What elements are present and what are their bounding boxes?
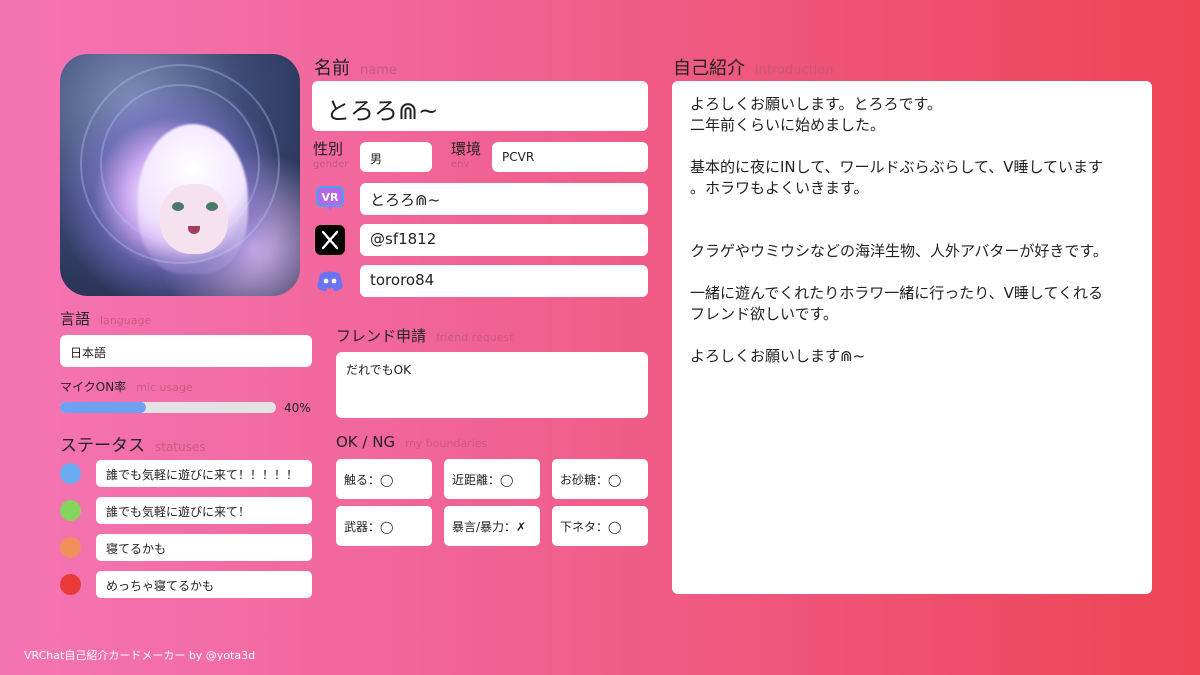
boundary-text: 下ネタ：◯: [560, 520, 622, 534]
status-color-dot: [60, 537, 81, 558]
mic-percent: 40%: [284, 401, 311, 415]
boundary-text: 触る：◯: [344, 473, 394, 487]
boundary-item[interactable]: 近距離：◯: [444, 459, 540, 499]
env-value: PCVR: [502, 150, 535, 164]
svg-text:VR: VR: [322, 191, 340, 204]
statuses-label: ステータス: [60, 436, 145, 456]
name-field[interactable]: とろろ⋒~: [312, 81, 648, 131]
boundary-text: お砂糖：◯: [560, 473, 622, 487]
avatar-image: [60, 54, 300, 296]
x-value: @sf1812: [370, 230, 437, 248]
status-item[interactable]: 誰でも気軽に遊びに来て！！！！！: [96, 460, 312, 487]
mic-usage-bar: [60, 402, 276, 413]
boundary-item[interactable]: 暴言/暴力：✗: [444, 506, 540, 546]
language-field[interactable]: 日本語: [60, 335, 312, 367]
vrchat-field[interactable]: とろろ⋒~: [360, 183, 648, 215]
footer-credit: VRChat自己紹介カードメーカー by @yota3d: [24, 649, 256, 662]
gender-label-en: gender: [313, 159, 349, 170]
boundary-item[interactable]: 武器：◯: [336, 506, 432, 546]
discord-field[interactable]: tororo84: [360, 265, 648, 297]
mic-heading: マイクON率 mic usage: [60, 378, 193, 395]
status-text: めっちゃ寝てるかも: [106, 579, 215, 593]
friend-request-label-en: friend request: [436, 331, 514, 344]
status-color-dot: [60, 463, 81, 484]
discord-value: tororo84: [370, 271, 435, 289]
env-heading: 環境 env: [451, 142, 481, 172]
status-text: 誰でも気軽に遊びに来て！: [106, 505, 251, 519]
status-item[interactable]: 寝てるかも: [96, 534, 312, 561]
boundary-text: 暴言/暴力：✗: [452, 520, 527, 534]
friend-request-value: だれでもOK: [346, 363, 411, 377]
env-field[interactable]: PCVR: [492, 142, 648, 172]
boundary-item[interactable]: 触る：◯: [336, 459, 432, 499]
statuses-heading: ステータス statuses: [60, 431, 206, 456]
introduction-text: よろしくお願いします。とろろです。 二年前くらいに始めました。 基本的に夜にIN…: [690, 95, 1108, 365]
status-color-dot: [60, 574, 81, 595]
language-value: 日本語: [70, 346, 107, 360]
introduction-label-en: introduction: [755, 63, 834, 78]
mic-label: マイクON率: [60, 380, 127, 394]
x-icon: [314, 224, 346, 256]
mic-usage-fill: [60, 402, 147, 413]
gender-label: 性別: [313, 140, 344, 158]
introduction-heading: 自己紹介 introduction: [673, 54, 834, 80]
boundary-text: 近距離：◯: [452, 473, 514, 487]
boundary-text: 武器：◯: [344, 520, 394, 534]
status-color-dot: [60, 500, 81, 521]
vrchat-value: とろろ⋒~: [370, 191, 441, 209]
name-heading: 名前 name: [314, 54, 397, 80]
introduction-field[interactable]: よろしくお願いします。とろろです。 二年前くらいに始めました。 基本的に夜にIN…: [672, 81, 1152, 594]
boundaries-label: OK / NG: [336, 433, 396, 451]
boundary-item[interactable]: お砂糖：◯: [552, 459, 648, 499]
gender-heading: 性別 gender: [313, 142, 348, 172]
x-field[interactable]: @sf1812: [360, 224, 648, 256]
status-item[interactable]: 誰でも気軽に遊びに来て！: [96, 497, 312, 524]
friend-request-field[interactable]: だれでもOK: [336, 352, 648, 418]
gender-field[interactable]: 男: [360, 142, 432, 172]
status-text: 誰でも気軽に遊びに来て！！！！！: [106, 468, 299, 482]
language-label: 言語: [60, 310, 91, 328]
env-label: 環境: [451, 140, 482, 158]
status-item[interactable]: めっちゃ寝てるかも: [96, 571, 312, 598]
boundary-item[interactable]: 下ネタ：◯: [552, 506, 648, 546]
env-label-en: env: [451, 159, 470, 170]
introduction-label: 自己紹介: [673, 58, 745, 79]
statuses-label-en: statuses: [155, 440, 206, 454]
friend-request-label: フレンド申請: [336, 327, 427, 345]
mic-label-en: mic usage: [136, 381, 193, 394]
status-text: 寝てるかも: [106, 542, 167, 556]
boundaries-label-en: my boundaries: [405, 437, 488, 450]
name-label-en: name: [360, 63, 397, 78]
gender-value: 男: [370, 152, 383, 166]
vrchat-icon: VR: [314, 183, 346, 215]
language-heading: 言語 language: [60, 308, 151, 329]
name-value: とろろ⋒~: [326, 97, 439, 125]
boundaries-heading: OK / NG my boundaries: [336, 433, 487, 451]
language-label-en: language: [100, 314, 152, 327]
friend-request-heading: フレンド申請 friend request: [336, 325, 514, 346]
name-label: 名前: [314, 58, 350, 79]
discord-icon: [314, 265, 346, 297]
